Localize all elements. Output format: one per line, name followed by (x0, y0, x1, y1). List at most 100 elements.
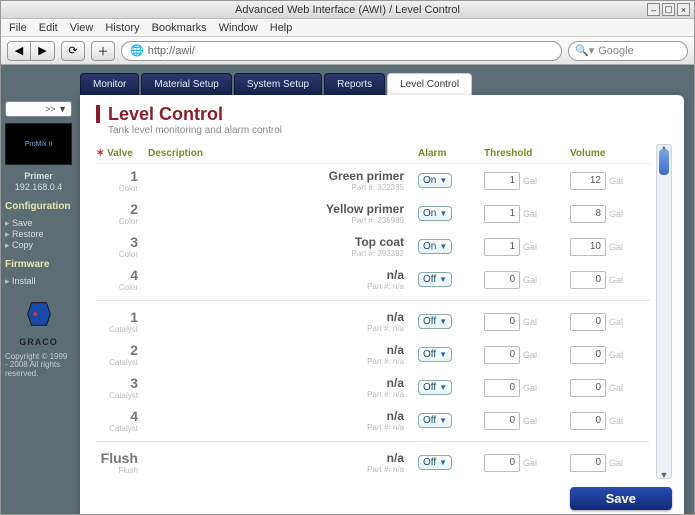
volume-input[interactable] (570, 454, 606, 472)
alarm-select[interactable]: On ▼ (418, 173, 452, 188)
threshold-input[interactable] (484, 271, 520, 289)
volume-input[interactable] (570, 313, 606, 331)
volume-input[interactable] (570, 205, 606, 223)
url-text: http://awi/ (148, 45, 195, 57)
table-row: 3Catalystn/aPart #: n/aOff ▼GalGal (96, 371, 650, 404)
valve-part: Part #: 322335 (148, 183, 404, 192)
valve-type: Color (96, 283, 138, 292)
minimize-icon[interactable]: – (647, 3, 660, 16)
table-row: 2ColorYellow primerPart #: 236989On ▼Gal… (96, 197, 650, 230)
threshold-input[interactable] (484, 454, 520, 472)
sidebar-selector-label: >> (45, 104, 56, 114)
valve-type: Catalyst (96, 391, 138, 400)
valve-type: Color (96, 217, 138, 226)
alarm-select[interactable]: Off ▼ (418, 413, 452, 428)
unit-label: Gal (523, 176, 537, 186)
tab-material-setup[interactable]: Material Setup (141, 73, 231, 95)
menubar: File Edit View History Bookmarks Window Help (1, 19, 694, 37)
config-link-copy[interactable]: Copy (5, 240, 72, 251)
valve-description: Green primer (329, 169, 404, 183)
table-row: 1Catalystn/aPart #: n/aOff ▼GalGal (96, 305, 650, 338)
valve-part: Part #: n/a (148, 465, 404, 474)
alarm-select[interactable]: On ▼ (418, 206, 452, 221)
valve-description: n/a (387, 451, 404, 465)
url-field[interactable]: 🌐 http://awi/ (121, 41, 562, 61)
menu-edit[interactable]: Edit (39, 22, 58, 34)
page-title: Level Control (96, 105, 672, 123)
valve-description: n/a (387, 310, 404, 324)
tab-reports[interactable]: Reports (324, 73, 385, 95)
valve-part: Part #: n/a (148, 282, 404, 291)
volume-input[interactable] (570, 346, 606, 364)
device-thumbnail[interactable]: ProMix II (5, 123, 72, 165)
valve-number: 1 (130, 309, 138, 325)
back-button[interactable]: ◀ (7, 41, 31, 61)
save-button[interactable]: Save (570, 487, 672, 510)
menu-view[interactable]: View (70, 22, 94, 34)
alarm-select[interactable]: Off ▼ (418, 455, 452, 470)
forward-button[interactable]: ▶ (31, 41, 55, 61)
search-field[interactable]: 🔍▾ Google (568, 41, 688, 61)
volume-input[interactable] (570, 412, 606, 430)
table-header: ✶ Valve Description Alarm Threshold Volu… (96, 144, 650, 164)
config-link-save[interactable]: Save (5, 218, 72, 229)
volume-input[interactable] (570, 379, 606, 397)
search-icon: 🔍▾ (575, 44, 594, 57)
scroll-down-icon[interactable]: ▼ (657, 470, 671, 479)
scroll-thumb[interactable] (659, 149, 669, 175)
window-title: Advanced Web Interface (AWI) / Level Con… (235, 4, 460, 16)
alarm-select[interactable]: Off ▼ (418, 347, 452, 362)
menu-bookmarks[interactable]: Bookmarks (152, 22, 207, 34)
alarm-select[interactable]: On ▼ (418, 239, 452, 254)
tab-level-control[interactable]: Level Control (387, 73, 472, 95)
threshold-input[interactable] (484, 346, 520, 364)
valve-number: 4 (130, 267, 138, 283)
alarm-select[interactable]: Off ▼ (418, 380, 452, 395)
alarm-select[interactable]: Off ▼ (418, 314, 452, 329)
page-subtitle: Tank level monitoring and alarm control (96, 125, 672, 136)
tab-system-setup[interactable]: System Setup (234, 73, 322, 95)
chevron-down-icon: ▼ (439, 350, 447, 359)
brand-name: GRACO (5, 337, 72, 347)
device-thumbnail-label: ProMix II (25, 141, 53, 148)
scrollbar[interactable]: ▲ ▼ (656, 144, 672, 479)
valve-number: Flush (101, 450, 138, 466)
browser-toolbar: ◀ ▶ ⟳ ＋ 🌐 http://awi/ 🔍▾ Google (1, 37, 694, 65)
brand-logo-icon (24, 299, 54, 329)
table-row: 1ColorGreen primerPart #: 322335On ▼GalG… (96, 164, 650, 197)
tab-monitor[interactable]: Monitor (80, 73, 139, 95)
unit-label: Gal (609, 242, 623, 252)
menu-history[interactable]: History (105, 22, 139, 34)
menu-file[interactable]: File (9, 22, 27, 34)
table-row: 3ColorTop coatPart #: 293392On ▼GalGal (96, 230, 650, 263)
firmware-link-install[interactable]: Install (5, 276, 72, 287)
maximize-icon[interactable]: ▢ (662, 3, 675, 16)
threshold-input[interactable] (484, 172, 520, 190)
main-panel: Level Control Tank level monitoring and … (80, 95, 684, 514)
config-section-title: Configuration (5, 201, 72, 212)
threshold-input[interactable] (484, 379, 520, 397)
valve-number: 1 (130, 168, 138, 184)
reload-button[interactable]: ⟳ (61, 41, 85, 61)
valve-type: Catalyst (96, 325, 138, 334)
add-button[interactable]: ＋ (91, 41, 115, 61)
menu-window[interactable]: Window (219, 22, 258, 34)
threshold-input[interactable] (484, 412, 520, 430)
valve-type: Catalyst (96, 424, 138, 433)
menu-help[interactable]: Help (270, 22, 293, 34)
config-link-restore[interactable]: Restore (5, 229, 72, 240)
unit-label: Gal (609, 176, 623, 186)
valve-part: Part #: n/a (148, 324, 404, 333)
alarm-select[interactable]: Off ▼ (418, 272, 452, 287)
sidebar-selector[interactable]: >> ▼ (5, 101, 72, 117)
threshold-input[interactable] (484, 313, 520, 331)
threshold-input[interactable] (484, 238, 520, 256)
volume-input[interactable] (570, 238, 606, 256)
col-alarm: Alarm (418, 148, 478, 159)
close-icon[interactable]: × (677, 3, 690, 16)
volume-input[interactable] (570, 271, 606, 289)
unit-label: Gal (523, 416, 537, 426)
table-row: 4Catalystn/aPart #: n/aOff ▼GalGal (96, 404, 650, 437)
volume-input[interactable] (570, 172, 606, 190)
threshold-input[interactable] (484, 205, 520, 223)
